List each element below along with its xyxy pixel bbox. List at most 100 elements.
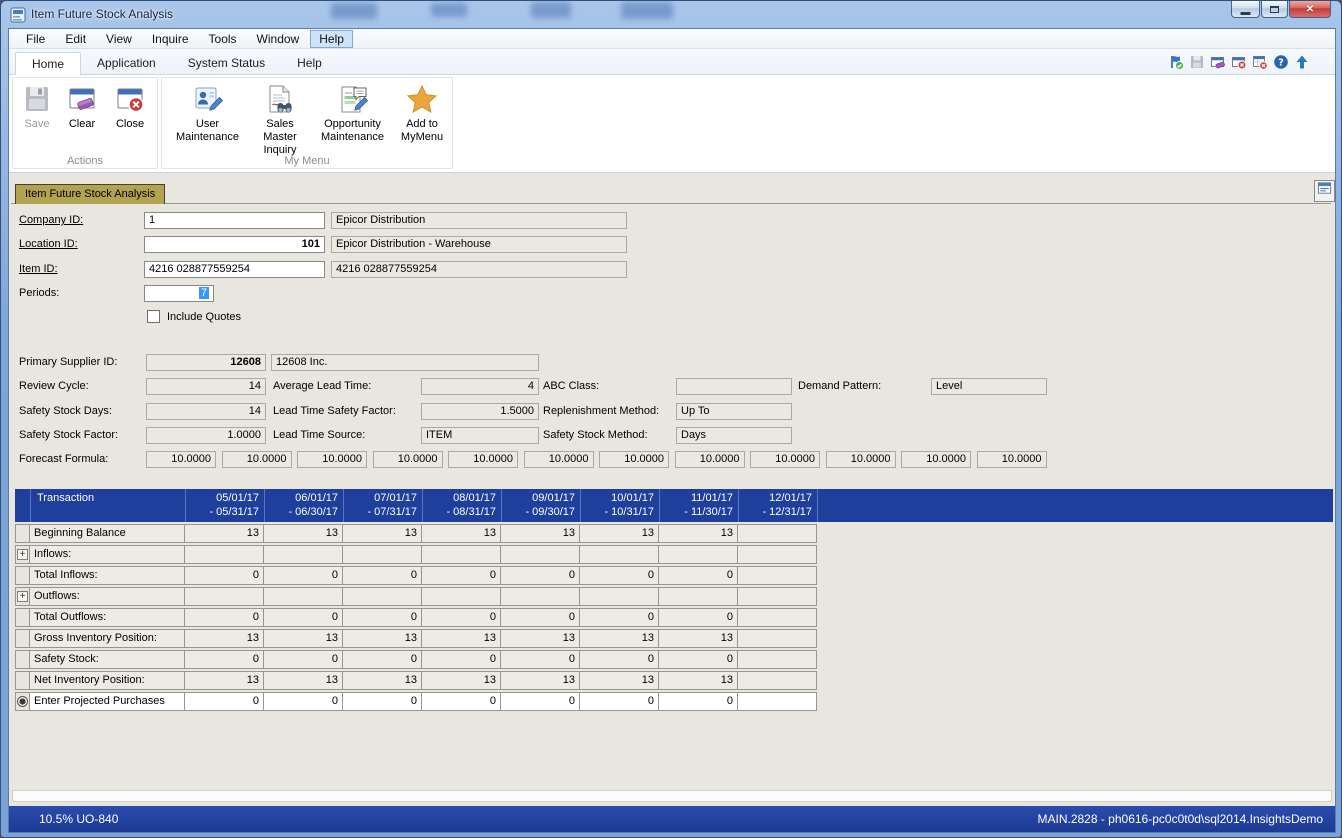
grid-row-label: Net Inventory Position: bbox=[30, 671, 185, 690]
validate-flag-icon[interactable] bbox=[1167, 53, 1185, 71]
grid-cell: 0 bbox=[659, 566, 738, 585]
safety-stock-days-label: Safety Stock Days: bbox=[19, 405, 112, 417]
grid-cell: 0 bbox=[264, 608, 343, 627]
primary-supplier-id-field: 12608 bbox=[146, 354, 266, 371]
grid-row-label: Safety Stock: bbox=[30, 650, 185, 669]
menu-item-view[interactable]: View bbox=[97, 30, 141, 48]
grid-cell[interactable]: 0 bbox=[264, 692, 343, 711]
save-icon[interactable] bbox=[1188, 53, 1206, 71]
grid-cell bbox=[738, 587, 817, 606]
grid-cell: 0 bbox=[501, 650, 580, 669]
title-bar[interactable]: Item Future Stock Analysis ▬✕ bbox=[1, 1, 1341, 29]
company-id-input[interactable]: 1 bbox=[144, 212, 325, 229]
grid-cell: 13 bbox=[580, 629, 659, 648]
grid-cell: 0 bbox=[580, 650, 659, 669]
help-icon[interactable]: ? bbox=[1272, 53, 1290, 71]
grid-cell: 13 bbox=[422, 524, 501, 543]
grid-cell[interactable]: 0 bbox=[659, 692, 738, 711]
location-id-input[interactable]: 101 bbox=[144, 236, 325, 253]
forecast-formula-field: 10.0000 bbox=[826, 451, 896, 468]
menu-item-inquire[interactable]: Inquire bbox=[143, 30, 198, 48]
ribbon-button-user-maintenance[interactable]: User Maintenance bbox=[166, 80, 249, 144]
menu-item-tools[interactable]: Tools bbox=[200, 30, 246, 48]
expand-button[interactable]: + bbox=[17, 591, 28, 602]
ribbon-tab-home[interactable]: Home bbox=[15, 52, 81, 75]
grid-cell bbox=[738, 566, 817, 585]
grid-header-period: 11/01/17- 11/30/17 bbox=[659, 489, 738, 522]
grid-cell: 13 bbox=[580, 524, 659, 543]
ribbon-button-clear[interactable]: Clear bbox=[59, 80, 105, 131]
ribbon-button-opportunity-maintenance[interactable]: Opportunity Maintenance bbox=[311, 80, 394, 144]
grid-cell bbox=[738, 671, 817, 690]
close-icon[interactable] bbox=[1230, 53, 1248, 71]
grid-cell[interactable]: 0 bbox=[580, 692, 659, 711]
include-quotes-checkbox[interactable] bbox=[147, 310, 160, 323]
client-area: FileEditViewInquireToolsWindowHelp HomeA… bbox=[9, 29, 1335, 832]
safety-stock-days-field: 14 bbox=[146, 403, 266, 420]
collapse-ribbon-icon[interactable] bbox=[1293, 53, 1311, 71]
company-id-label[interactable]: Company ID: bbox=[19, 214, 83, 226]
app-icon bbox=[10, 7, 26, 23]
grid-cell: 0 bbox=[501, 608, 580, 627]
close-button[interactable]: ✕ bbox=[1289, 1, 1331, 18]
forecast-formula-field: 10.0000 bbox=[599, 451, 669, 468]
periods-input[interactable]: 7 bbox=[144, 285, 214, 302]
ribbon-button-close[interactable]: Close bbox=[107, 80, 153, 131]
expand-button[interactable]: + bbox=[17, 549, 28, 560]
ribbon-button-add-to-mymenu[interactable]: Add to MyMenu bbox=[396, 80, 448, 144]
sales-master-inquiry-icon bbox=[264, 83, 296, 115]
grid-row-header bbox=[15, 608, 30, 627]
ribbon-tab-application[interactable]: Application bbox=[81, 52, 172, 75]
menu-item-help[interactable]: Help bbox=[310, 30, 353, 48]
grid-cell[interactable]: 0 bbox=[501, 692, 580, 711]
item-id-label[interactable]: Item ID: bbox=[19, 263, 58, 275]
grid-cell: 13 bbox=[501, 629, 580, 648]
location-id-description: Epicor Distribution - Warehouse bbox=[331, 236, 627, 253]
ribbon: SaveClearCloseActionsUser MaintenanceSal… bbox=[9, 75, 1335, 173]
document-tab[interactable]: Item Future Stock Analysis bbox=[15, 184, 165, 204]
ribbon-tab-system-status[interactable]: System Status bbox=[172, 52, 281, 75]
forecast-formula-field: 10.0000 bbox=[146, 451, 216, 468]
clear-icon[interactable] bbox=[1209, 53, 1227, 71]
grid-cell: 13 bbox=[264, 629, 343, 648]
menu-item-edit[interactable]: Edit bbox=[56, 30, 95, 48]
forecast-formula-field: 10.0000 bbox=[675, 451, 745, 468]
grid-cell bbox=[343, 545, 422, 564]
panel-toggle-button[interactable] bbox=[1314, 180, 1335, 202]
grid-cell[interactable]: 0 bbox=[422, 692, 501, 711]
review-cycle-field: 14 bbox=[146, 378, 266, 395]
grid-cell[interactable] bbox=[738, 692, 817, 711]
delete-record-icon[interactable] bbox=[1251, 53, 1269, 71]
close-icon bbox=[114, 83, 146, 115]
grid-row-label: Enter Projected Purchases bbox=[30, 692, 185, 711]
grid-cell: 13 bbox=[185, 524, 264, 543]
grid-cell: 13 bbox=[501, 524, 580, 543]
lead-time-safety-factor-field: 1.5000 bbox=[421, 403, 539, 420]
location-id-label[interactable]: Location ID: bbox=[19, 238, 78, 250]
maximize-button[interactable] bbox=[1261, 1, 1288, 18]
grid-cell: 0 bbox=[422, 608, 501, 627]
grid-cell: 0 bbox=[501, 566, 580, 585]
item-id-input[interactable]: 4216 028877559254 bbox=[144, 261, 325, 278]
menu-item-file[interactable]: File bbox=[17, 30, 54, 48]
window-controls: ▬✕ bbox=[1230, 1, 1331, 18]
ribbon-tab-help[interactable]: Help bbox=[281, 52, 338, 75]
ribbon-button-label: Close bbox=[116, 118, 144, 131]
minimize-button[interactable]: ▬ bbox=[1231, 1, 1260, 18]
lead-time-safety-factor-label: Lead Time Safety Factor: bbox=[273, 405, 396, 417]
forecast-formula-field: 10.0000 bbox=[448, 451, 518, 468]
grid-header-period: 12/01/17- 12/31/17 bbox=[738, 489, 817, 522]
ribbon-button-save[interactable]: Save bbox=[17, 80, 57, 131]
ribbon-button-sales-master-inquiry[interactable]: Sales Master Inquiry bbox=[251, 80, 309, 157]
grid-cell: 13 bbox=[659, 671, 738, 690]
grid-cell: 0 bbox=[659, 608, 738, 627]
menu-bar: FileEditViewInquireToolsWindowHelp bbox=[9, 29, 1335, 49]
grid-cell[interactable]: 0 bbox=[343, 692, 422, 711]
grid-cell: 0 bbox=[659, 650, 738, 669]
replenishment-method-field: Up To bbox=[676, 403, 792, 420]
grid-cell bbox=[185, 587, 264, 606]
grid-cell[interactable]: 0 bbox=[185, 692, 264, 711]
menu-item-window[interactable]: Window bbox=[248, 30, 309, 48]
forecast-formula-field: 10.0000 bbox=[297, 451, 367, 468]
grid-cell bbox=[738, 608, 817, 627]
